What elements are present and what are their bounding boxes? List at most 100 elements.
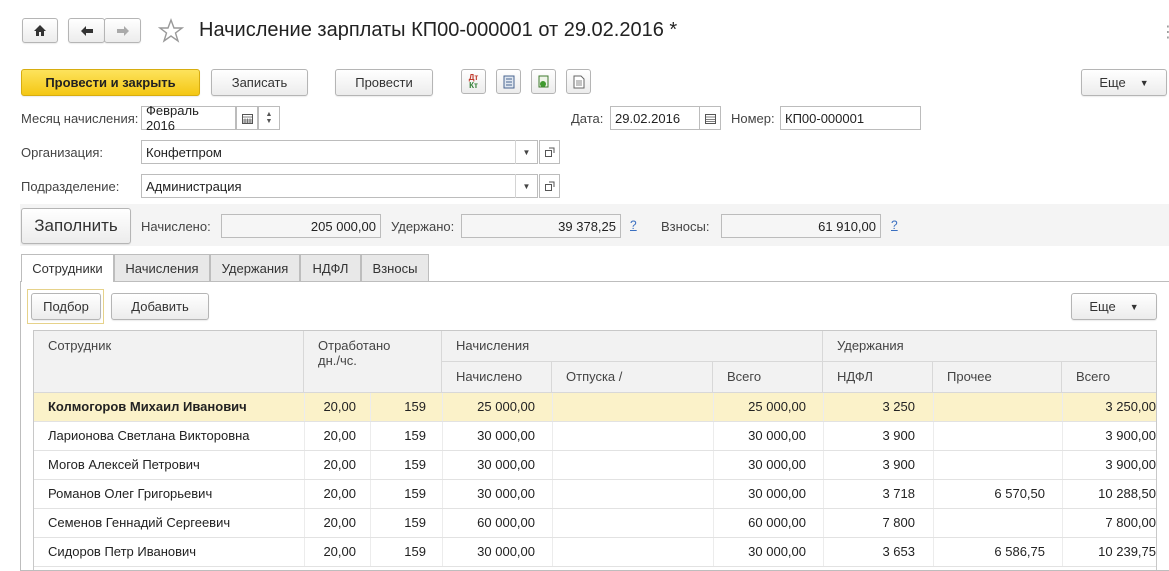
cell-vacation[interactable] xyxy=(552,538,692,566)
cell-accrued[interactable]: 60 000,00 xyxy=(442,509,535,537)
favorite-star[interactable] xyxy=(157,18,185,44)
header-accruals-total[interactable]: Всего xyxy=(713,362,823,393)
cell-ded-total[interactable]: 3 900,00 xyxy=(1062,451,1156,479)
pick-button[interactable]: Подбор xyxy=(31,293,101,320)
header-ndfl[interactable]: НДФЛ xyxy=(823,362,933,393)
cell-hours[interactable]: 159 xyxy=(370,451,426,479)
tab-contributions[interactable]: Взносы xyxy=(361,254,429,281)
cell-ded-total[interactable]: 10 239,75 xyxy=(1062,538,1156,566)
save-button[interactable]: Записать xyxy=(211,69,308,96)
contributions-help-link[interactable]: ? xyxy=(891,218,898,232)
cell-hours[interactable]: 159 xyxy=(370,393,426,421)
cell-vacation[interactable] xyxy=(552,422,692,450)
cell-ndfl[interactable]: 3 900 xyxy=(823,451,915,479)
cell-ded-total[interactable]: 3 250,00 xyxy=(1062,393,1156,421)
table-row[interactable]: Семенов Геннадий Сергеевич 20,00 159 60 000… xyxy=(34,509,1156,538)
cell-ded-total[interactable]: 10 288,50 xyxy=(1062,480,1156,508)
cell-hours[interactable]: 159 xyxy=(370,480,426,508)
table-row[interactable]: Романов Олег Григорьевич 20,00 159 30 000,0… xyxy=(34,480,1156,509)
cell-name[interactable]: Могов Алексей Петрович xyxy=(48,451,288,479)
month-calendar-button[interactable] xyxy=(236,106,258,130)
month-stepper[interactable]: ▲ ▼ xyxy=(258,106,280,130)
cell-other[interactable]: 6 586,75 xyxy=(933,538,1045,566)
header-worked[interactable]: Отработано дн./чс. xyxy=(304,331,442,393)
cell-ndfl[interactable]: 3 900 xyxy=(823,422,915,450)
chevron-down-icon[interactable]: ▼ xyxy=(515,140,537,164)
tab-accruals[interactable]: Начисления xyxy=(114,254,210,281)
cell-ded-total[interactable]: 3 900,00 xyxy=(1062,422,1156,450)
more-dots-icon[interactable]: ⋮ xyxy=(1160,22,1169,42)
cell-name[interactable]: Романов Олег Григорьевич xyxy=(48,480,288,508)
cell-days[interactable]: 20,00 xyxy=(304,393,356,421)
organization-open-button[interactable] xyxy=(539,140,560,164)
cell-ndfl[interactable]: 7 800 xyxy=(823,509,915,537)
cell-total[interactable]: 30 000,00 xyxy=(713,422,806,450)
cell-hours[interactable]: 159 xyxy=(370,538,426,566)
print-settings-button[interactable] xyxy=(531,69,556,94)
cell-days[interactable]: 20,00 xyxy=(304,509,356,537)
cell-total[interactable]: 30 000,00 xyxy=(713,480,806,508)
cell-days[interactable]: 20,00 xyxy=(304,422,356,450)
cell-vacation[interactable] xyxy=(552,393,692,421)
header-employee[interactable]: Сотрудник xyxy=(34,331,304,393)
cell-days[interactable]: 20,00 xyxy=(304,538,356,566)
cell-total[interactable]: 30 000,00 xyxy=(713,538,806,566)
tab-employees[interactable]: Сотрудники xyxy=(21,254,114,282)
header-deductions-total[interactable]: Всего xyxy=(1062,362,1156,393)
cell-name[interactable]: Сидоров Петр Иванович xyxy=(48,538,288,566)
cell-days[interactable]: 20,00 xyxy=(304,480,356,508)
date-calendar-button[interactable] xyxy=(699,106,721,130)
cell-ded-total[interactable]: 7 800,00 xyxy=(1062,509,1156,537)
cell-ndfl[interactable]: 3 718 xyxy=(823,480,915,508)
back-button[interactable] xyxy=(68,18,105,43)
cell-name[interactable]: Семенов Геннадий Сергеевич xyxy=(48,509,288,537)
cell-ndfl[interactable]: 3 653 xyxy=(823,538,915,566)
table-row[interactable]: Сидоров Петр Иванович 20,00 159 30 000,00 30… xyxy=(34,538,1156,567)
more-button[interactable]: Еще ▼ xyxy=(1081,69,1167,96)
header-vacation[interactable]: Отпуска / xyxy=(552,362,713,393)
tab-deductions[interactable]: Удержания xyxy=(210,254,300,281)
post-button[interactable]: Провести xyxy=(335,69,433,96)
cell-vacation[interactable] xyxy=(552,480,692,508)
organization-field[interactable]: Конфетпром ▼ xyxy=(141,140,538,164)
cell-accrued[interactable]: 30 000,00 xyxy=(442,451,535,479)
cell-other[interactable] xyxy=(933,393,1045,421)
cell-other[interactable]: 6 570,50 xyxy=(933,480,1045,508)
cell-total[interactable]: 25 000,00 xyxy=(713,393,806,421)
home-button[interactable] xyxy=(22,18,58,43)
table-row[interactable]: Ларионова Светлана Викторовна 20,00 159 30 … xyxy=(34,422,1156,451)
month-field[interactable]: Февраль 2016 xyxy=(141,103,236,133)
register-button[interactable] xyxy=(496,69,521,94)
fill-button[interactable]: Заполнить xyxy=(21,208,131,244)
date-field[interactable]: 29.02.2016 xyxy=(610,106,700,130)
department-open-button[interactable] xyxy=(539,174,560,198)
cell-ndfl[interactable]: 3 250 xyxy=(823,393,915,421)
cell-accrued[interactable]: 30 000,00 xyxy=(442,538,535,566)
cell-other[interactable] xyxy=(933,422,1045,450)
document-button[interactable] xyxy=(566,69,591,94)
cell-name[interactable]: Ларионова Светлана Викторовна xyxy=(48,422,288,450)
add-button[interactable]: Добавить xyxy=(111,293,209,320)
cell-accrued[interactable]: 30 000,00 xyxy=(442,422,535,450)
forward-button[interactable] xyxy=(104,18,141,43)
cell-hours[interactable]: 159 xyxy=(370,509,426,537)
cell-hours[interactable]: 159 xyxy=(370,422,426,450)
cell-accrued[interactable]: 25 000,00 xyxy=(442,393,535,421)
withheld-help-link[interactable]: ? xyxy=(630,218,637,232)
table-row[interactable]: Колмогоров Михаил Иванович 20,00 159 25 000… xyxy=(34,393,1156,422)
cell-vacation[interactable] xyxy=(552,451,692,479)
post-and-close-button[interactable]: Провести и закрыть xyxy=(21,69,200,96)
cell-other[interactable] xyxy=(933,509,1045,537)
table-more-button[interactable]: Еще ▼ xyxy=(1071,293,1157,320)
department-field[interactable]: Администрация ▼ xyxy=(141,174,538,198)
cell-accrued[interactable]: 30 000,00 xyxy=(442,480,535,508)
cell-name[interactable]: Колмогоров Михаил Иванович xyxy=(48,393,288,421)
cell-total[interactable]: 60 000,00 xyxy=(713,509,806,537)
cell-days[interactable]: 20,00 xyxy=(304,451,356,479)
dt-kt-button[interactable]: Дт Кт xyxy=(461,69,486,94)
cell-vacation[interactable] xyxy=(552,509,692,537)
tab-ndfl[interactable]: НДФЛ xyxy=(300,254,361,281)
cell-total[interactable]: 30 000,00 xyxy=(713,451,806,479)
cell-other[interactable] xyxy=(933,451,1045,479)
header-other[interactable]: Прочее xyxy=(933,362,1062,393)
